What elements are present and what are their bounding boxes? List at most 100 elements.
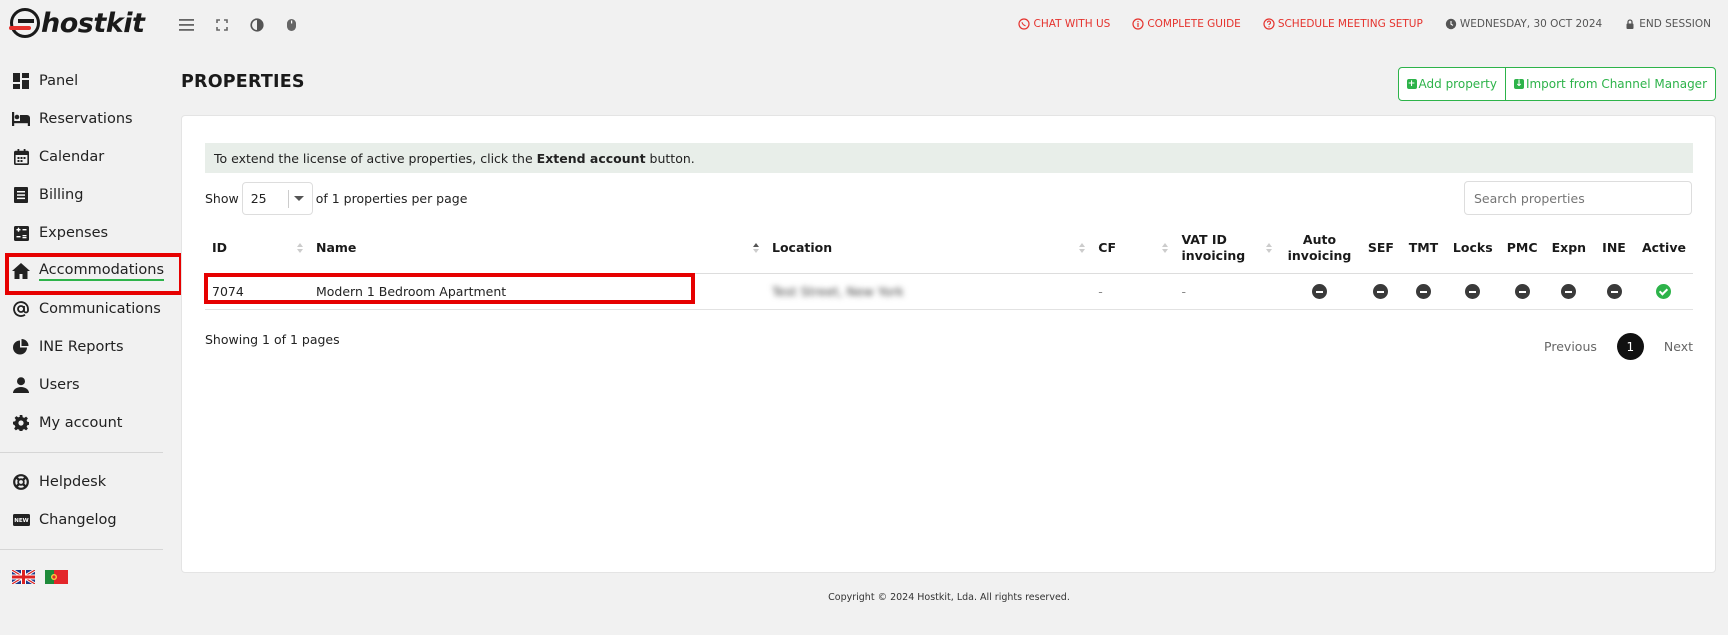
complete-guide-label: COMPLETE GUIDE bbox=[1147, 18, 1241, 30]
calendar-icon bbox=[12, 148, 30, 166]
end-session-label: END SESSION bbox=[1639, 18, 1711, 30]
user-icon bbox=[12, 376, 30, 394]
previous-page-button[interactable]: Previous bbox=[1544, 339, 1597, 354]
page-size-select[interactable]: 25 bbox=[241, 182, 313, 215]
dashboard-icon bbox=[12, 72, 30, 90]
locks-status[interactable] bbox=[1445, 273, 1500, 310]
logo-text: hostkit bbox=[41, 7, 145, 39]
per-page-label: of 1 properties per page bbox=[315, 191, 468, 206]
home-icon bbox=[12, 262, 30, 280]
column-header-id[interactable]: ID bbox=[205, 223, 309, 274]
properties-card: To extend the license of active properti… bbox=[181, 115, 1716, 573]
check-circle-icon bbox=[1656, 284, 1672, 299]
sidebar-item-label: Changelog bbox=[39, 512, 117, 528]
disabled-icon bbox=[1465, 284, 1481, 299]
sidebar-item-billing[interactable]: Billing bbox=[0, 176, 165, 214]
chevron-down-icon bbox=[293, 196, 304, 201]
column-header-tmt: TMT bbox=[1400, 223, 1446, 274]
sidebar-item-changelog[interactable]: NEW Changelog bbox=[0, 501, 165, 539]
sidebar-item-label: Expenses bbox=[39, 225, 109, 241]
table-row[interactable]: 7074 Modern 1 Bedroom Apartment Test Str… bbox=[205, 273, 1693, 310]
expenses-icon bbox=[12, 224, 30, 242]
notice-prefix: To extend the license of active properti… bbox=[214, 150, 533, 166]
mouse-icon[interactable] bbox=[283, 16, 300, 33]
auto-invoicing-status[interactable] bbox=[1278, 273, 1361, 310]
property-name[interactable]: Modern 1 Bedroom Apartment bbox=[308, 273, 765, 310]
current-date-label: WEDNESDAY, 30 OCT 2024 bbox=[1459, 18, 1603, 30]
sidebar-item-label: Calendar bbox=[39, 149, 105, 165]
expn-status[interactable] bbox=[1544, 273, 1594, 310]
sidebar-item-label: Reservations bbox=[39, 111, 133, 127]
active-status[interactable] bbox=[1634, 273, 1693, 310]
column-header-sef: SEF bbox=[1360, 223, 1401, 274]
new-badge-icon: NEW bbox=[12, 511, 30, 529]
sidebar-item-label: Accommodations bbox=[39, 262, 165, 281]
complete-guide-link[interactable]: COMPLETE GUIDE bbox=[1132, 18, 1241, 30]
page-size-control: Show 25 of 1 properties per page bbox=[205, 182, 467, 215]
portugal-flag-icon[interactable] bbox=[45, 570, 68, 584]
search-input[interactable] bbox=[1464, 181, 1692, 215]
sidebar-divider bbox=[0, 452, 163, 453]
disabled-icon bbox=[1514, 284, 1530, 299]
sidebar: Panel Reservations Calendar Billing Expe… bbox=[0, 62, 183, 584]
sidebar-item-label: Billing bbox=[39, 187, 84, 203]
fullscreen-icon[interactable] bbox=[213, 16, 230, 33]
disabled-icon bbox=[1373, 284, 1389, 299]
info-icon bbox=[1132, 18, 1144, 30]
show-label: Show bbox=[205, 191, 239, 206]
sidebar-item-users[interactable]: Users bbox=[0, 366, 165, 404]
sidebar-item-accommodations[interactable]: Accommodations bbox=[0, 252, 183, 295]
sidebar-item-panel[interactable]: Panel bbox=[0, 62, 165, 100]
page-button-current[interactable]: 1 bbox=[1616, 333, 1644, 360]
sidebar-item-label: INE Reports bbox=[39, 339, 124, 355]
column-header-cf[interactable]: CF bbox=[1091, 223, 1175, 274]
column-header-name[interactable]: Name bbox=[308, 223, 765, 274]
column-header-vat-invoicing[interactable]: VAT ID invoicing bbox=[1174, 223, 1279, 274]
chat-with-us-label: CHAT WITH US bbox=[1033, 18, 1111, 30]
add-property-label: Add property bbox=[1418, 77, 1497, 91]
copyright: Copyright © 2024 Hostkit, Lda. All right… bbox=[828, 592, 1070, 603]
sidebar-item-label: Communications bbox=[39, 301, 161, 317]
import-channel-manager-button[interactable]: ↓ Import from Channel Manager bbox=[1504, 68, 1715, 100]
schedule-meeting-label: SCHEDULE MEETING SETUP bbox=[1277, 18, 1423, 30]
next-page-button[interactable]: Next bbox=[1664, 339, 1693, 354]
column-header-expn: Expn bbox=[1544, 223, 1594, 274]
contrast-icon[interactable] bbox=[248, 16, 265, 33]
property-id[interactable]: 7074 bbox=[205, 273, 309, 310]
end-session-link[interactable]: END SESSION bbox=[1624, 18, 1711, 30]
at-icon bbox=[12, 300, 30, 318]
gear-icon bbox=[12, 414, 30, 432]
sidebar-item-label: Panel bbox=[39, 73, 79, 89]
sidebar-item-expenses[interactable]: Expenses bbox=[0, 214, 165, 252]
property-vat: - bbox=[1174, 273, 1279, 310]
ine-status[interactable] bbox=[1593, 273, 1635, 310]
tmt-status[interactable] bbox=[1400, 273, 1446, 310]
pmc-status[interactable] bbox=[1499, 273, 1545, 310]
sidebar-item-communications[interactable]: Communications bbox=[0, 290, 165, 328]
current-date: WEDNESDAY, 30 OCT 2024 bbox=[1445, 18, 1602, 30]
sidebar-item-reservations[interactable]: Reservations bbox=[0, 100, 165, 138]
sidebar-item-ine-reports[interactable]: INE Reports bbox=[0, 328, 165, 366]
column-header-location[interactable]: Location bbox=[765, 223, 1092, 274]
notice-bold: Extend account bbox=[536, 150, 646, 166]
disabled-icon bbox=[1561, 284, 1577, 299]
sidebar-item-my-account[interactable]: My account bbox=[0, 404, 165, 442]
sidebar-item-calendar[interactable]: Calendar bbox=[0, 138, 165, 176]
lifebuoy-icon bbox=[12, 473, 30, 491]
whatsapp-icon bbox=[1018, 18, 1031, 30]
chat-with-us-link[interactable]: CHAT WITH US bbox=[1018, 18, 1110, 30]
sidebar-item-helpdesk[interactable]: Helpdesk bbox=[0, 463, 165, 501]
sef-status[interactable] bbox=[1360, 273, 1401, 310]
billing-icon bbox=[12, 186, 30, 204]
properties-table: ID Name Location CF VAT ID invoicing Aut… bbox=[205, 223, 1693, 310]
uk-flag-icon[interactable] bbox=[12, 570, 35, 584]
menu-icon[interactable] bbox=[178, 16, 195, 33]
disabled-icon bbox=[1606, 284, 1622, 299]
schedule-meeting-link[interactable]: SCHEDULE MEETING SETUP bbox=[1263, 18, 1423, 30]
logo-mark-icon bbox=[9, 8, 40, 38]
sidebar-item-label: Users bbox=[39, 377, 80, 393]
sidebar-item-label: My account bbox=[39, 415, 123, 431]
add-property-button[interactable]: + Add property bbox=[1399, 68, 1505, 100]
license-notice: To extend the license of active properti… bbox=[205, 143, 1693, 173]
hostkit-logo[interactable]: hostkit bbox=[9, 4, 145, 42]
